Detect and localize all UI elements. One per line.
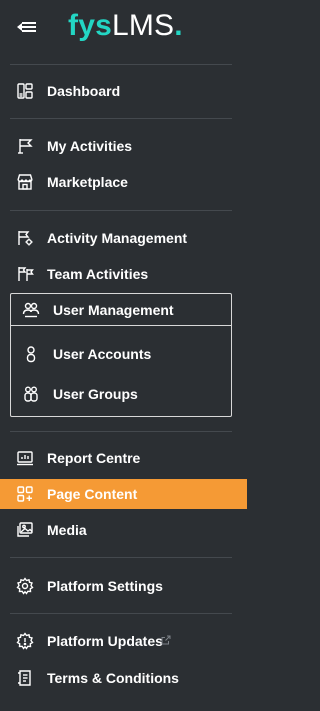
flags-icon [16, 265, 34, 283]
logo-lms: LMS [111, 9, 175, 42]
sidebar-item-platform-settings[interactable]: Platform Settings [0, 571, 247, 601]
page-content-icon [16, 485, 34, 503]
sidebar-header: fysLMS. [0, 0, 247, 54]
divider [10, 613, 232, 614]
sidebar-item-label: Marketplace [47, 174, 128, 190]
sidebar-item-label: User Groups [53, 386, 138, 402]
sidebar-item-dashboard[interactable]: Dashboard [0, 76, 247, 106]
sidebar-item-user-management[interactable]: User Management [0, 295, 247, 325]
flag-icon [16, 137, 34, 155]
dashboard-icon [16, 82, 34, 100]
sidebar-item-label: Terms & Conditions [47, 670, 179, 686]
sidebar-item-label: Platform Updates [47, 633, 163, 649]
sidebar-item-marketplace[interactable]: Marketplace [0, 167, 247, 197]
group-divider [10, 325, 232, 326]
sidebar-item-user-groups[interactable]: User Groups [0, 379, 247, 409]
flag-settings-icon [16, 229, 34, 247]
sidebar-item-report-centre[interactable]: Report Centre [0, 443, 247, 473]
logo-fys: fys [68, 9, 112, 42]
sidebar-item-activity-management[interactable]: Activity Management [0, 223, 247, 253]
fyslms-logo[interactable]: fysLMS. [68, 9, 183, 43]
media-icon [16, 521, 34, 539]
sidebar-item-label: Activity Management [47, 230, 188, 246]
sidebar-item-label: User Accounts [53, 346, 152, 362]
user-icon [22, 345, 40, 363]
sidebar-item-user-accounts[interactable]: User Accounts [0, 339, 247, 369]
sidebar-item-platform-updates[interactable]: Platform Updates [0, 626, 247, 656]
logo-dot: . [174, 9, 183, 42]
divider [10, 210, 232, 211]
gear-icon [16, 577, 34, 595]
sidebar-item-my-activities[interactable]: My Activities [0, 131, 247, 161]
sidebar-item-page-content[interactable]: Page Content [0, 479, 247, 509]
report-icon [16, 449, 34, 467]
user-groups-icon [22, 385, 40, 403]
divider [10, 557, 232, 558]
divider [10, 64, 232, 65]
sidebar-item-label: My Activities [47, 138, 133, 154]
gear-update-icon [16, 632, 34, 650]
divider [10, 431, 232, 432]
sidebar-item-label: Media [47, 522, 87, 538]
document-icon [16, 669, 34, 687]
store-icon [16, 173, 34, 191]
external-link-icon [161, 635, 171, 645]
sidebar-item-label: Page Content [47, 486, 138, 502]
sidebar-item-team-activities[interactable]: Team Activities [0, 259, 247, 289]
sidebar-item-media[interactable]: Media [0, 515, 247, 545]
sidebar-item-label: Team Activities [47, 266, 149, 282]
collapse-sidebar-icon[interactable] [14, 14, 40, 40]
sidebar-item-label: Dashboard [47, 83, 121, 99]
sidebar-item-label: Report Centre [47, 450, 141, 466]
sidebar-item-label: User Management [53, 302, 174, 318]
divider [10, 118, 232, 119]
sidebar-item-terms-conditions[interactable]: Terms & Conditions [0, 663, 247, 693]
sidebar-item-label: Platform Settings [47, 578, 163, 594]
users-settings-icon [22, 301, 40, 319]
